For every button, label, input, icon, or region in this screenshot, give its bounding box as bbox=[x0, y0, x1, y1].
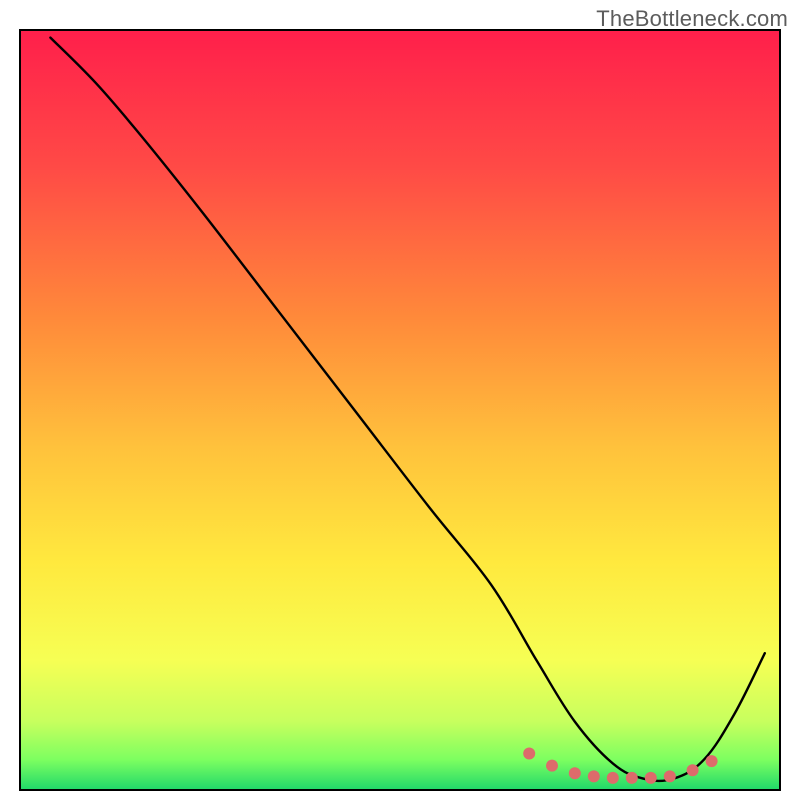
chart-stage: TheBottleneck.com bbox=[0, 0, 800, 800]
marker-dot bbox=[664, 770, 676, 782]
marker-dot bbox=[588, 770, 600, 782]
plot-background bbox=[20, 30, 780, 790]
marker-dot bbox=[687, 764, 699, 776]
marker-dot bbox=[607, 772, 619, 784]
bottleneck-chart bbox=[0, 0, 800, 800]
marker-dot bbox=[706, 755, 718, 767]
marker-dot bbox=[546, 760, 558, 772]
marker-dot bbox=[569, 767, 581, 779]
watermark-text: TheBottleneck.com bbox=[596, 6, 788, 32]
marker-dot bbox=[626, 772, 638, 784]
marker-dot bbox=[523, 748, 535, 760]
marker-dot bbox=[645, 772, 657, 784]
